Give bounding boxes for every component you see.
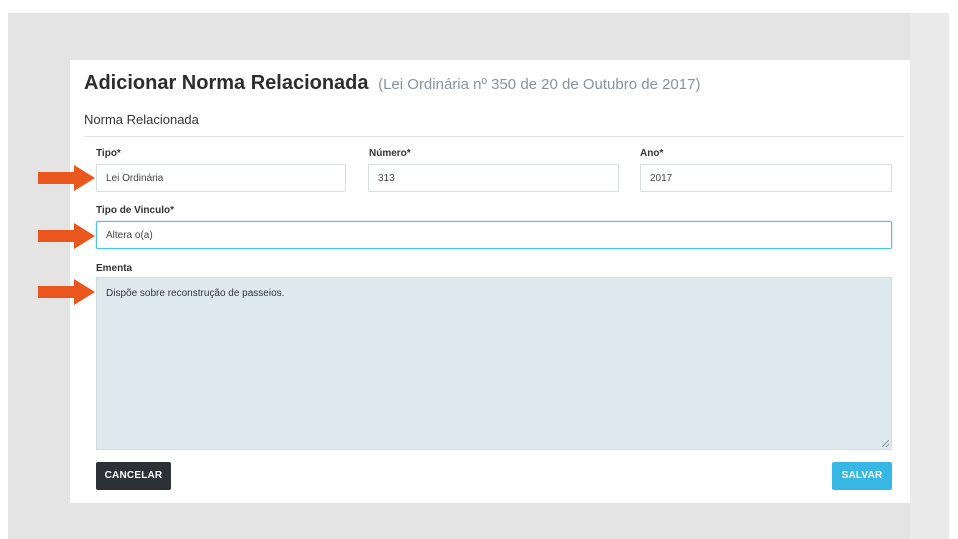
numero-label: Número* [369, 148, 411, 159]
ano-field[interactable]: 2017 [640, 164, 892, 192]
arrow-right-icon [38, 165, 95, 191]
arrow-right-icon [38, 223, 95, 249]
arrow-right-icon [38, 279, 95, 305]
dialog-subtitle: (Lei Ordinária nº 350 de 20 de Outubro d… [378, 76, 701, 93]
numero-field[interactable]: 313 [368, 164, 619, 192]
tipo-vinculo-label: Tipo de Vinculo* [96, 205, 174, 216]
resize-grip-icon[interactable] [882, 440, 889, 447]
cancel-button[interactable]: CANCELAR [96, 462, 171, 490]
section-title: Norma Relacionada [84, 112, 904, 137]
tipo-field[interactable]: Lei Ordinária [96, 164, 346, 192]
dialog-title-text: Adicionar Norma Relacionada [84, 72, 369, 94]
ano-label: Ano* [640, 148, 664, 159]
tipo-vinculo-select[interactable]: Altera o(a) [96, 221, 892, 249]
add-related-norm-dialog: Adicionar Norma Relacionada (Lei Ordinár… [70, 60, 910, 503]
save-button[interactable]: SALVAR [832, 462, 892, 490]
dialog-title: Adicionar Norma Relacionada (Lei Ordinár… [84, 72, 700, 95]
backdrop-strip [910, 13, 949, 539]
ementa-text: Dispõe sobre reconstrução de passeios. [106, 288, 285, 299]
tipo-label: Tipo* [96, 148, 121, 159]
ementa-textarea[interactable]: Dispõe sobre reconstrução de passeios. [96, 277, 892, 450]
ementa-label: Ementa [96, 263, 133, 274]
